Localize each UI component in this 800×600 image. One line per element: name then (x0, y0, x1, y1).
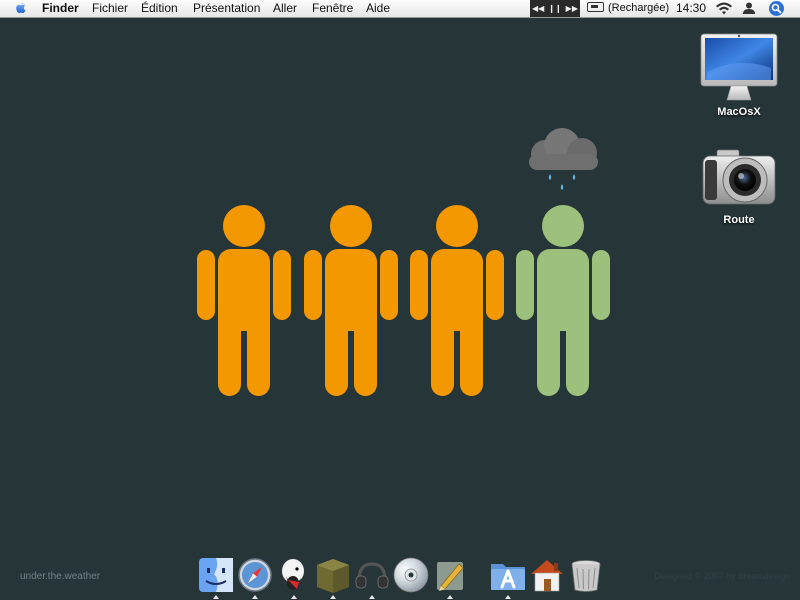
battery-icon (587, 2, 604, 13)
menu-bar: Finder Fichier Édition Présentation Alle… (0, 0, 800, 18)
orange-person-figure-2 (303, 204, 399, 396)
person-icon (516, 205, 610, 396)
running-indicator (447, 595, 453, 599)
safari-compass-icon (238, 558, 272, 592)
dock-item-pencil[interactable] (431, 556, 469, 594)
next-icon[interactable]: ▶▶ (566, 4, 578, 13)
media-controls: ◀◀ ❙❙ ▶▶ (530, 0, 580, 17)
imac-icon (700, 33, 778, 101)
dock-item-finder[interactable] (197, 556, 235, 594)
desktop-icon-macosx[interactable]: MacOsX (684, 28, 794, 118)
headphones-icon (355, 562, 389, 589)
dock-item-safari[interactable] (236, 556, 274, 594)
running-indicator (369, 595, 375, 599)
dock-item-box[interactable] (314, 556, 352, 594)
camera-icon (702, 149, 776, 205)
menu-fenetre[interactable]: Fenêtre (312, 1, 353, 16)
dock-item-applications[interactable] (489, 556, 527, 594)
orange-person-figure-3 (409, 204, 505, 396)
spotlight-icon[interactable] (769, 1, 784, 16)
battery-label: (Rechargée) (608, 2, 670, 14)
menu-presentation[interactable]: Présentation (193, 1, 260, 16)
dvd-icon (393, 557, 429, 593)
wifi-icon[interactable] (715, 0, 733, 21)
person-icon (304, 205, 398, 396)
trash-icon (571, 560, 601, 592)
menu-fichier[interactable]: Fichier (92, 1, 128, 16)
green-person-figure (515, 204, 611, 396)
dock-item-dvd[interactable] (392, 556, 430, 594)
menu-aide[interactable]: Aide (366, 1, 390, 16)
finder-icon (199, 558, 233, 592)
dock-item-adium[interactable] (275, 556, 313, 594)
menu-clock[interactable]: 14:30 (676, 1, 706, 16)
person-icon (410, 205, 504, 396)
running-indicator (252, 595, 258, 599)
menu-edition[interactable]: Édition (141, 1, 178, 16)
box-icon (317, 559, 349, 593)
desktop-icon-route[interactable]: Route (684, 146, 794, 226)
previous-icon[interactable]: ◀◀ (532, 4, 544, 13)
desktop-icon-label: MacOsX (717, 106, 761, 118)
wallpaper-caption: under.the.weather (20, 571, 101, 582)
running-indicator (291, 595, 297, 599)
app-name-menu[interactable]: Finder (42, 1, 79, 16)
user-icon[interactable] (742, 0, 756, 21)
menu-aller[interactable]: Aller (273, 1, 297, 16)
apple-logo-icon[interactable] (14, 0, 28, 21)
orange-person-figure-1 (196, 204, 292, 396)
dock-item-trash[interactable] (567, 556, 605, 594)
duck-mascot-icon (282, 559, 304, 590)
wallpaper-credit: Designed © 2007 by dreamdesign (654, 571, 791, 581)
dock-item-home[interactable] (528, 556, 566, 594)
pause-icon[interactable]: ❙❙ (548, 4, 561, 13)
running-indicator (330, 595, 336, 599)
dock-item-headphones[interactable] (353, 556, 391, 594)
applications-folder-icon (491, 564, 525, 590)
desktop-icon-label: Route (723, 214, 755, 226)
rain-cloud-icon (524, 126, 604, 197)
running-indicator (213, 595, 219, 599)
running-indicator (505, 595, 511, 599)
battery-status[interactable]: (Rechargée) (587, 1, 669, 16)
pencil-icon (437, 562, 464, 591)
person-icon (197, 205, 291, 396)
home-icon (531, 560, 563, 592)
